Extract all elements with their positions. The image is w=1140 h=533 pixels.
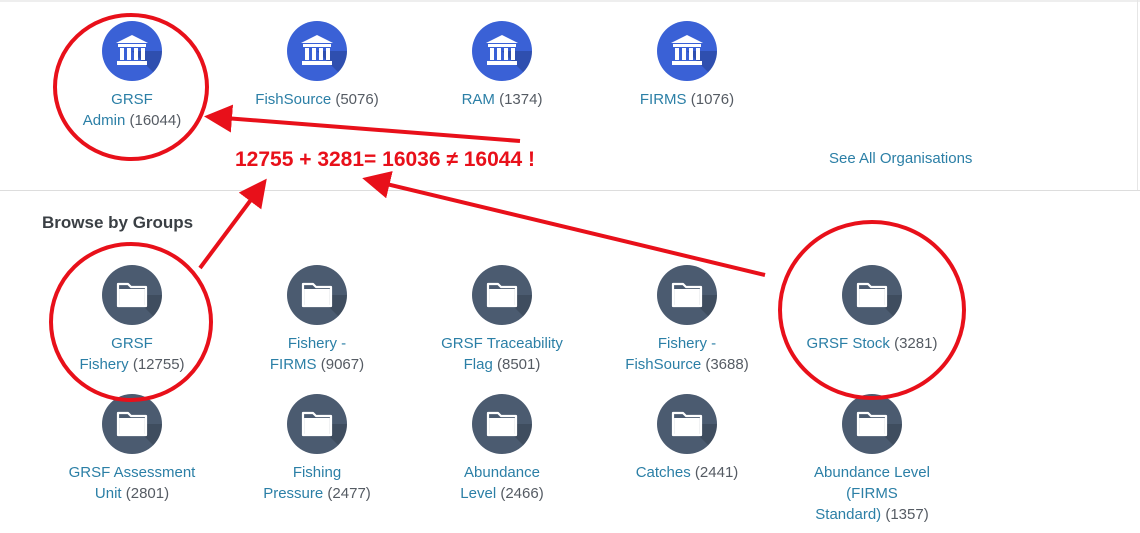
group-name: Flag (463, 356, 493, 373)
group-tile-grsf-fishery[interactable]: GRSF Fishery (12755) (42, 265, 222, 375)
org-count: (1076) (690, 91, 735, 108)
folder-icon (842, 265, 902, 325)
group-tile-grsf-traceability-flag[interactable]: GRSF Traceability Flag (8501) (412, 265, 592, 375)
group-name: GRSF Traceability (441, 335, 563, 352)
group-name: (FIRMS (846, 485, 898, 502)
group-count: (3281) (894, 335, 938, 352)
folder-icon (287, 265, 347, 325)
group-name: Abundance (464, 464, 540, 481)
org-count: (1374) (499, 91, 543, 108)
org-name: Admin (82, 112, 126, 129)
section-divider (0, 190, 1140, 191)
org-name: GRSF (111, 91, 153, 108)
group-name: FishSource (625, 356, 702, 373)
group-name: FIRMS (269, 356, 317, 373)
org-tile-firms[interactable]: FIRMS (1076) (597, 21, 777, 110)
group-count: (2466) (500, 485, 544, 502)
group-name: Catches (635, 464, 691, 481)
org-name: FIRMS (639, 91, 687, 108)
top-border (0, 0, 1140, 2)
arrow-to-grsf-admin (204, 104, 521, 143)
arrow-from-grsf-stock (362, 171, 766, 277)
group-tile-grsf-stock[interactable]: GRSF Stock (3281) (782, 265, 962, 354)
group-name: Unit (94, 485, 122, 502)
group-tile-fishery-fishsource[interactable]: Fishery - FishSource (3688) (597, 265, 777, 375)
group-count: (3688) (705, 356, 749, 373)
group-tile-abundance-level-firms-standard[interactable]: Abundance Level (FIRMS Standard) (1357) (782, 394, 962, 525)
group-count: (12755) (132, 356, 185, 373)
group-tile-catches[interactable]: Catches (2441) (597, 394, 777, 483)
group-name: Pressure (263, 485, 324, 502)
group-tile-fishing-pressure[interactable]: Fishing Pressure (2477) (227, 394, 407, 504)
group-count: (2477) (327, 485, 371, 502)
see-all-organisations-link[interactable]: See All Organisations (829, 150, 972, 167)
group-name: Fishery (79, 356, 129, 373)
annotation-text: 12755 + 3281= 16036 ≠ 16044 ! (235, 148, 535, 171)
org-tile-ram[interactable]: RAM (1374) (412, 21, 592, 110)
folder-icon (657, 265, 717, 325)
group-count: (1357) (885, 506, 929, 523)
folder-icon (842, 394, 902, 454)
org-name: RAM (461, 91, 495, 108)
group-count: (9067) (320, 356, 365, 373)
group-name: Abundance Level (814, 464, 930, 481)
group-name: Fishery - (287, 335, 347, 352)
org-count: (16044) (129, 112, 182, 129)
group-tile-fishery-firms[interactable]: Fishery - FIRMS (9067) (227, 265, 407, 375)
group-name: Fishery - (657, 335, 717, 352)
group-name: Level (460, 485, 497, 502)
group-name: GRSF Assessment (68, 464, 196, 481)
panel-edge (1137, 0, 1138, 190)
bank-icon (102, 21, 162, 81)
folder-icon (472, 265, 532, 325)
folder-icon (102, 394, 162, 454)
group-name: GRSF Stock (806, 335, 890, 352)
groups-heading: Browse by Groups (42, 213, 194, 232)
group-count: (8501) (497, 356, 541, 373)
org-tile-grsf-admin[interactable]: GRSF Admin (16044) (42, 21, 222, 131)
group-count: (2801) (125, 485, 170, 502)
folder-icon (472, 394, 532, 454)
org-count: (5076) (335, 91, 379, 108)
group-name: Fishing (292, 464, 342, 481)
group-name: GRSF (111, 335, 153, 352)
org-tile-fishsource[interactable]: FishSource (5076) (227, 21, 407, 110)
group-tile-abundance-level[interactable]: Abundance Level (2466) (412, 394, 592, 504)
group-tile-grsf-assessment-unit[interactable]: GRSF Assessment Unit (2801) (42, 394, 222, 504)
bank-icon (287, 21, 347, 81)
folder-icon (287, 394, 347, 454)
bank-icon (472, 21, 532, 81)
folder-icon (102, 265, 162, 325)
arrow-from-grsf-fishery (198, 178, 267, 270)
group-count: (2441) (694, 464, 739, 481)
bank-icon (657, 21, 717, 81)
org-name: FishSource (255, 91, 332, 108)
folder-icon (657, 394, 717, 454)
group-name: Standard) (815, 506, 882, 523)
